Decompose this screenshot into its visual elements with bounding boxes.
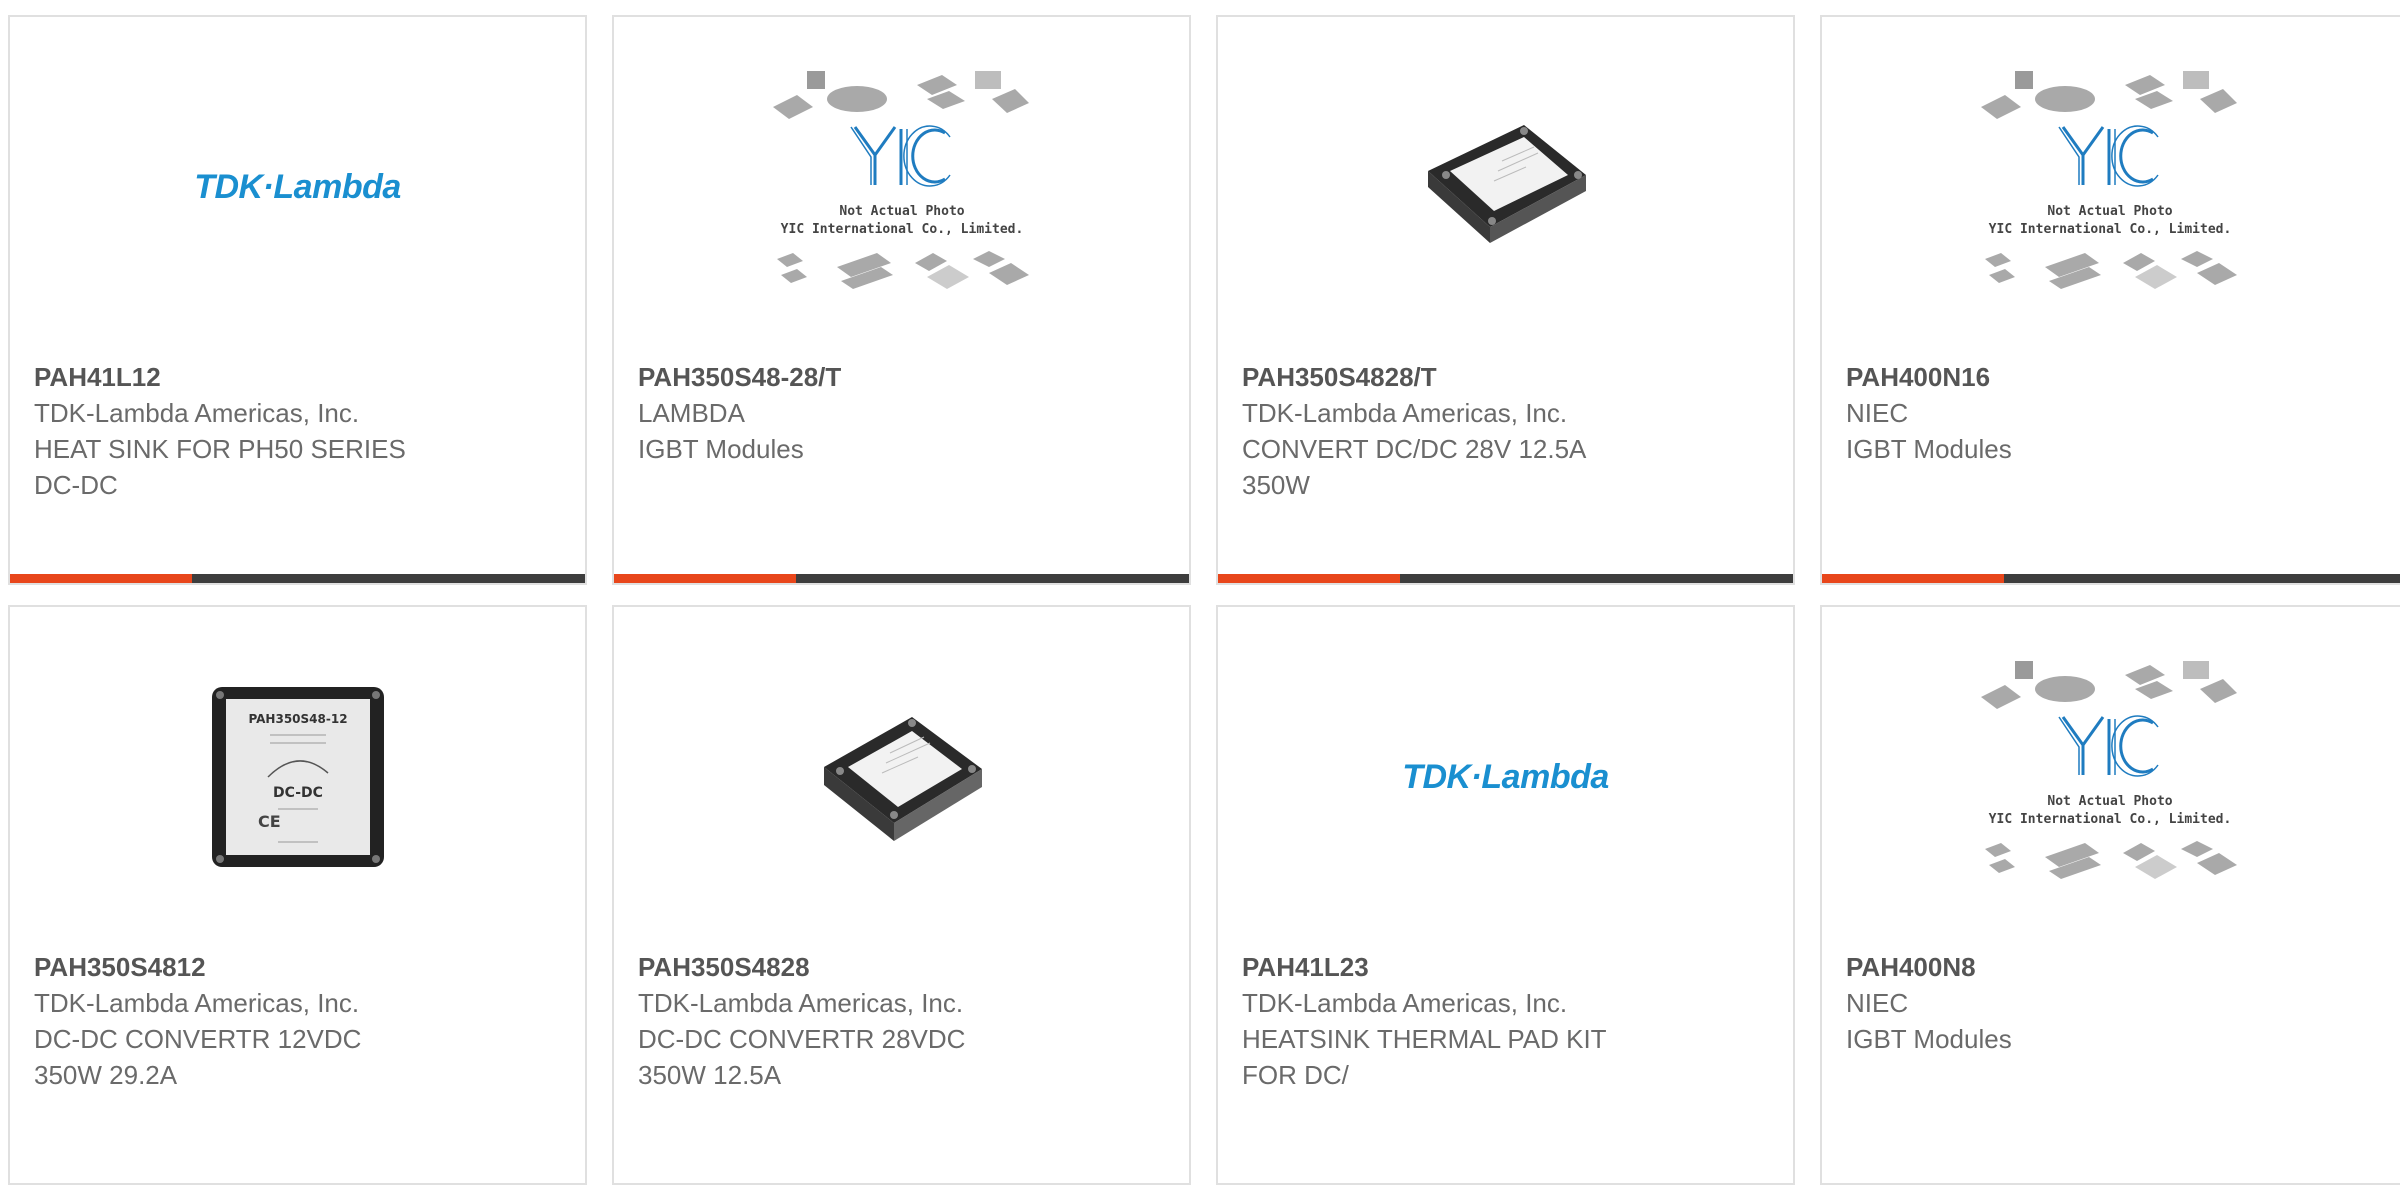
tdk-lambda-logo: TDK·Lambda: [1402, 757, 1609, 796]
card-bar: [1218, 574, 1793, 583]
tdk-lambda-logo: TDK·Lambda: [194, 167, 401, 206]
svg-text:YIC International Co., Limited: YIC International Co., Limited.: [1989, 222, 2232, 237]
description: HEATSINK THERMAL PAD KIT FOR DC/: [1242, 1024, 1607, 1090]
svg-text:Not Actual Photo: Not Actual Photo: [2047, 204, 2172, 219]
product-image[interactable]: TDK·Lambda: [1218, 607, 1793, 947]
not-actual-photo-placeholder: Not Actual Photo YIC International Co., …: [1981, 661, 2237, 879]
product-image[interactable]: Not Actual Photo YIC International Co., …: [1822, 607, 2398, 947]
product-card[interactable]: PAH350S4828 TDK-Lambda Americas, Inc. DC…: [612, 605, 1191, 1185]
product-image[interactable]: [1218, 17, 1793, 357]
description: IGBT Modules: [1846, 434, 2012, 464]
card-bar: [614, 574, 1189, 583]
manufacturer: TDK-Lambda Americas, Inc.: [1242, 988, 1568, 1018]
dc-dc-module-photo: [823, 717, 982, 841]
manufacturer: LAMBDA: [638, 398, 745, 428]
not-actual-photo-placeholder: Not Actual Photo YIC International Co., …: [772, 71, 1029, 289]
svg-text:PAH350S48-12: PAH350S48-12: [248, 712, 347, 726]
description: IGBT Modules: [1846, 1024, 2012, 1054]
part-number[interactable]: PAH400N8: [1846, 949, 2380, 985]
manufacturer: TDK-Lambda Americas, Inc.: [34, 988, 360, 1018]
product-image[interactable]: [614, 607, 1189, 947]
part-number[interactable]: PAH400N16: [1846, 359, 2380, 395]
description: DC-DC CONVERTR 12VDC 350W 29.2A: [34, 1024, 362, 1090]
dc-dc-module-photo: PAH350S48-12 DC-DC CE: [211, 687, 384, 867]
product-card[interactable]: PAH350S48-12 DC-DC CE PAH350S4812 TDK-La…: [8, 605, 587, 1185]
dc-dc-module-photo: [1427, 125, 1586, 243]
part-number[interactable]: PAH41L23: [1242, 949, 1769, 985]
product-card[interactable]: Not Actual Photo YIC International Co., …: [612, 15, 1191, 585]
product-card[interactable]: Not Actual Photo YIC International Co., …: [1820, 15, 2400, 585]
description: CONVERT DC/DC 28V 12.5A 350W: [1242, 434, 1587, 500]
not-actual-photo-placeholder: Not Actual Photo YIC International Co., …: [1981, 71, 2237, 289]
product-card[interactable]: TDK·Lambda PAH41L23 TDK-Lambda Americas,…: [1216, 605, 1795, 1185]
description: HEAT SINK FOR PH50 SERIES DC-DC: [34, 434, 406, 500]
product-image[interactable]: Not Actual Photo YIC International Co., …: [614, 17, 1189, 357]
product-card[interactable]: PAH350S4828/T TDK-Lambda Americas, Inc. …: [1216, 15, 1795, 585]
part-number[interactable]: PAH350S4812: [34, 949, 561, 985]
card-bar: [1822, 574, 2400, 583]
part-number[interactable]: PAH350S48-28/T: [638, 359, 1165, 395]
manufacturer: TDK-Lambda Americas, Inc.: [1242, 398, 1568, 428]
manufacturer: NIEC: [1846, 398, 1909, 428]
svg-text:Not Actual Photo: Not Actual Photo: [839, 204, 964, 219]
part-number[interactable]: PAH350S4828/T: [1242, 359, 1769, 395]
product-image[interactable]: Not Actual Photo YIC International Co., …: [1822, 17, 2398, 357]
product-card[interactable]: Not Actual Photo YIC International Co., …: [1820, 605, 2400, 1185]
svg-text:YIC International Co., Limited: YIC International Co., Limited.: [780, 222, 1023, 237]
svg-text:CE: CE: [258, 812, 281, 831]
manufacturer: TDK-Lambda Americas, Inc.: [34, 398, 360, 428]
description: IGBT Modules: [638, 434, 804, 464]
manufacturer: TDK-Lambda Americas, Inc.: [638, 988, 964, 1018]
part-number[interactable]: PAH41L12: [34, 359, 561, 395]
part-number[interactable]: PAH350S4828: [638, 949, 1165, 985]
svg-text:DC-DC: DC-DC: [273, 785, 323, 801]
svg-text:YIC International Co., Limited: YIC International Co., Limited.: [1989, 812, 2232, 827]
product-image[interactable]: TDK·Lambda: [10, 17, 585, 357]
manufacturer: NIEC: [1846, 988, 1909, 1018]
card-bar: [10, 574, 585, 583]
description: DC-DC CONVERTR 28VDC 350W 12.5A: [638, 1024, 966, 1090]
svg-text:Not Actual Photo: Not Actual Photo: [2047, 794, 2172, 809]
product-image[interactable]: PAH350S48-12 DC-DC CE: [10, 607, 585, 947]
product-card[interactable]: TDK·Lambda PAH41L12 TDK-Lambda Americas,…: [8, 15, 587, 585]
